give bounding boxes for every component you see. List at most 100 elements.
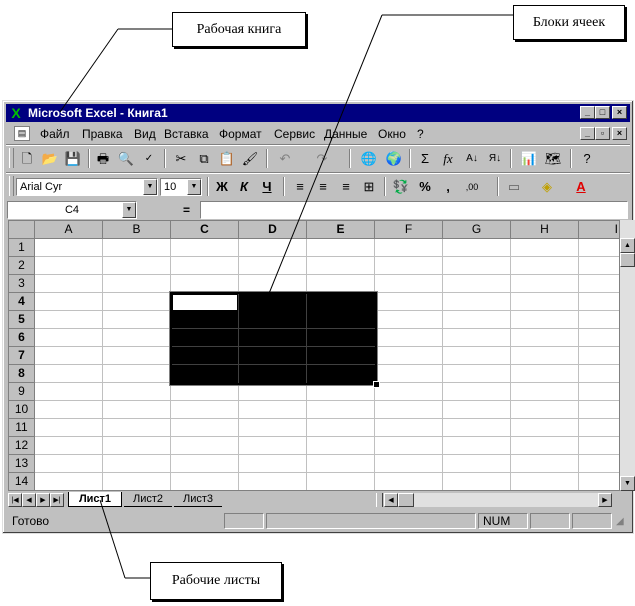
row-header[interactable]: 1 [9, 239, 35, 257]
help-icon[interactable]: ? [576, 149, 598, 169]
map-icon[interactable]: 🗺 [542, 149, 564, 169]
row-header[interactable]: 4 [9, 293, 35, 311]
align-right-icon[interactable]: ≡ [335, 177, 357, 197]
sort-descending-icon[interactable]: Я↓ [484, 149, 506, 169]
worksheet-grid[interactable]: A B C D E F G H I 1 2 3 4 5 6 7 8 9 10 1… [8, 220, 620, 491]
increase-decimal-icon[interactable]: ,00 [461, 177, 483, 197]
row-header[interactable]: 2 [9, 257, 35, 275]
column-header[interactable]: D [239, 221, 307, 239]
currency-icon[interactable]: 💱 [390, 177, 412, 197]
resize-grip-icon[interactable]: ◢ [616, 516, 624, 527]
merge-center-icon[interactable]: ⊞ [358, 177, 380, 197]
sheet-tab-3[interactable]: Лист3 [174, 492, 222, 507]
open-icon[interactable]: 📂 [39, 149, 61, 169]
row-header[interactable]: 14 [9, 473, 35, 490]
underline-button[interactable]: Ч [256, 177, 278, 197]
menu-view[interactable]: Вид [134, 127, 156, 141]
last-sheet-icon[interactable]: ▶| [50, 493, 64, 507]
italic-button[interactable]: К [233, 177, 255, 197]
scroll-up-button[interactable]: ▲ [620, 238, 635, 253]
excel-icon[interactable]: X [8, 105, 24, 121]
formula-equals[interactable]: = [183, 203, 190, 217]
menu-file[interactable]: Файл [40, 127, 70, 141]
sheet-tab-1[interactable]: Лист1 [68, 492, 122, 507]
minimize-button[interactable]: _ [580, 106, 595, 119]
scroll-thumb[interactable] [398, 493, 414, 507]
menu-edit[interactable]: Правка [82, 127, 123, 141]
menu-tools[interactable]: Сервис [274, 127, 315, 141]
active-cell[interactable] [173, 295, 237, 310]
new-icon[interactable]: 🗋 [16, 149, 38, 169]
paste-icon[interactable]: 📋 [216, 149, 238, 169]
selected-range[interactable] [169, 291, 380, 388]
column-header[interactable]: G [443, 221, 511, 239]
row-header[interactable]: 5 [9, 311, 35, 329]
toolbar-grip[interactable] [9, 176, 14, 196]
doc-minimize-button[interactable]: _ [580, 127, 595, 140]
chevron-down-icon[interactable]: ▼ [143, 179, 157, 195]
font-select[interactable]: Arial Cyr ▼ [16, 178, 158, 196]
scroll-right-button[interactable]: ▶ [598, 493, 612, 507]
scroll-left-button[interactable]: ◀ [384, 493, 398, 507]
scroll-thumb[interactable] [620, 253, 635, 267]
row-header[interactable]: 12 [9, 437, 35, 455]
column-header[interactable]: F [375, 221, 443, 239]
row-header[interactable]: 9 [9, 383, 35, 401]
copy-icon[interactable]: ⧉ [193, 149, 215, 169]
scroll-down-button[interactable]: ▼ [620, 476, 635, 491]
doc-restore-button[interactable]: ▫ [595, 127, 610, 140]
font-size-select[interactable]: 10 ▼ [160, 178, 202, 196]
undo-icon[interactable]: ↶ [274, 149, 296, 169]
sort-ascending-icon[interactable]: A↓ [461, 149, 483, 169]
cut-icon[interactable]: ✂ [170, 149, 192, 169]
chart-wizard-icon[interactable]: 📊 [518, 149, 540, 169]
first-sheet-icon[interactable]: |◀ [8, 493, 22, 507]
row-header[interactable]: 13 [9, 455, 35, 473]
formula-input[interactable] [200, 201, 628, 219]
select-all-corner[interactable] [9, 221, 35, 239]
row-header[interactable]: 10 [9, 401, 35, 419]
function-icon[interactable]: fx [437, 149, 459, 169]
row-header[interactable]: 7 [9, 347, 35, 365]
sheet-tab-2[interactable]: Лист2 [124, 492, 172, 507]
menu-format[interactable]: Формат [219, 127, 262, 141]
next-sheet-icon[interactable]: ▶ [36, 493, 50, 507]
column-header[interactable]: A [35, 221, 103, 239]
fill-color-icon[interactable]: ◈ [536, 177, 558, 197]
bold-button[interactable]: Ж [211, 177, 233, 197]
chevron-down-icon[interactable]: ▼ [122, 202, 136, 218]
web-toolbar-icon[interactable]: 🌐 [358, 149, 380, 169]
row-header[interactable]: 6 [9, 329, 35, 347]
spelling-icon[interactable]: ✓ [138, 149, 160, 169]
column-header[interactable]: H [511, 221, 579, 239]
row-header[interactable]: 3 [9, 275, 35, 293]
print-icon[interactable]: 🖶 [92, 149, 114, 169]
fill-handle[interactable] [373, 381, 380, 388]
column-header[interactable]: I [579, 221, 619, 239]
chevron-down-icon[interactable]: ▼ [187, 179, 201, 195]
redo-icon[interactable]: ↷ [311, 149, 333, 169]
doc-close-button[interactable]: × [612, 127, 627, 140]
column-header[interactable]: B [103, 221, 171, 239]
save-icon[interactable]: 💾 [62, 149, 84, 169]
menu-help[interactable]: ? [417, 127, 424, 141]
document-icon[interactable]: ▤ [14, 126, 30, 141]
row-header[interactable]: 11 [9, 419, 35, 437]
toolbar-grip[interactable] [9, 148, 14, 168]
align-left-icon[interactable]: ≡ [289, 177, 311, 197]
maximize-button[interactable]: □ [595, 106, 610, 119]
menu-data[interactable]: Данные [324, 127, 367, 141]
comma-style-icon[interactable]: , [437, 177, 459, 197]
column-header[interactable]: E [307, 221, 375, 239]
vertical-scrollbar[interactable]: ▲ ▼ [620, 220, 635, 491]
menu-window[interactable]: Окно [378, 127, 406, 141]
font-color-icon[interactable]: A [570, 177, 592, 197]
percent-icon[interactable]: % [414, 177, 436, 197]
prev-sheet-icon[interactable]: ◀ [22, 493, 36, 507]
menu-insert[interactable]: Вставка [164, 127, 209, 141]
title-bar[interactable]: X Microsoft Excel - Книга1 _ □ × [6, 104, 630, 122]
name-box[interactable]: C4 ▼ [7, 201, 137, 219]
align-center-icon[interactable]: ≡ [312, 177, 334, 197]
format-painter-icon[interactable]: 🖌 [239, 149, 261, 169]
hyperlink-icon[interactable]: 🌍 [383, 149, 405, 169]
